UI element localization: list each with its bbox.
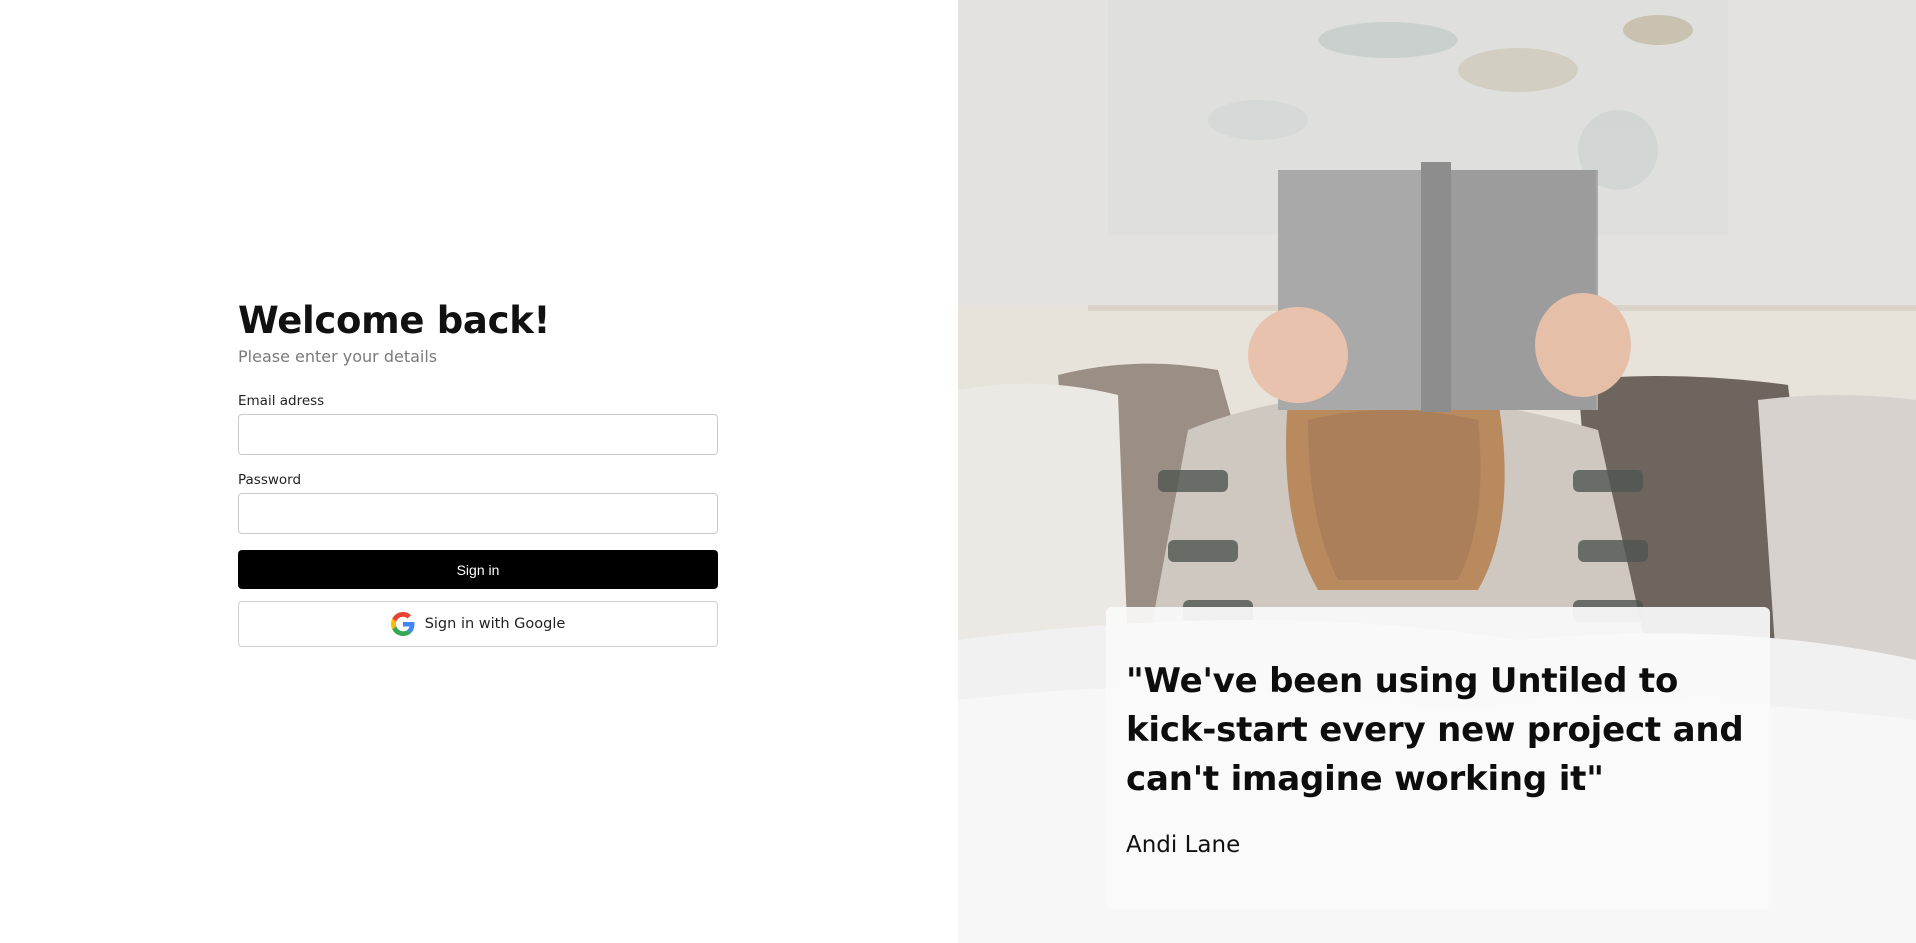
- login-panel: Welcome back! Please enter your details …: [0, 0, 958, 943]
- testimonial-author: Andi Lane: [1126, 832, 1241, 858]
- login-form: Welcome back! Please enter your details …: [238, 296, 718, 647]
- testimonial-card: "We've been using Untiled to kick-start …: [1106, 607, 1770, 909]
- email-label: Email adress: [238, 393, 325, 409]
- email-field[interactable]: [238, 414, 718, 455]
- password-field[interactable]: [238, 493, 718, 534]
- sign-in-button[interactable]: Sign in: [238, 550, 718, 589]
- page-title: Welcome back!: [238, 299, 551, 342]
- sign-in-with-google-button[interactable]: Sign in with Google: [238, 601, 718, 647]
- testimonial-quote: "We've been using Untiled to kick-start …: [1126, 661, 1744, 799]
- password-label: Password: [238, 472, 302, 488]
- hero-image-panel: "We've been using Untiled to kick-start …: [958, 0, 1916, 943]
- page-subtitle: Please enter your details: [238, 347, 438, 366]
- google-button-label: Sign in with Google: [424, 616, 566, 632]
- google-icon: [390, 612, 415, 636]
